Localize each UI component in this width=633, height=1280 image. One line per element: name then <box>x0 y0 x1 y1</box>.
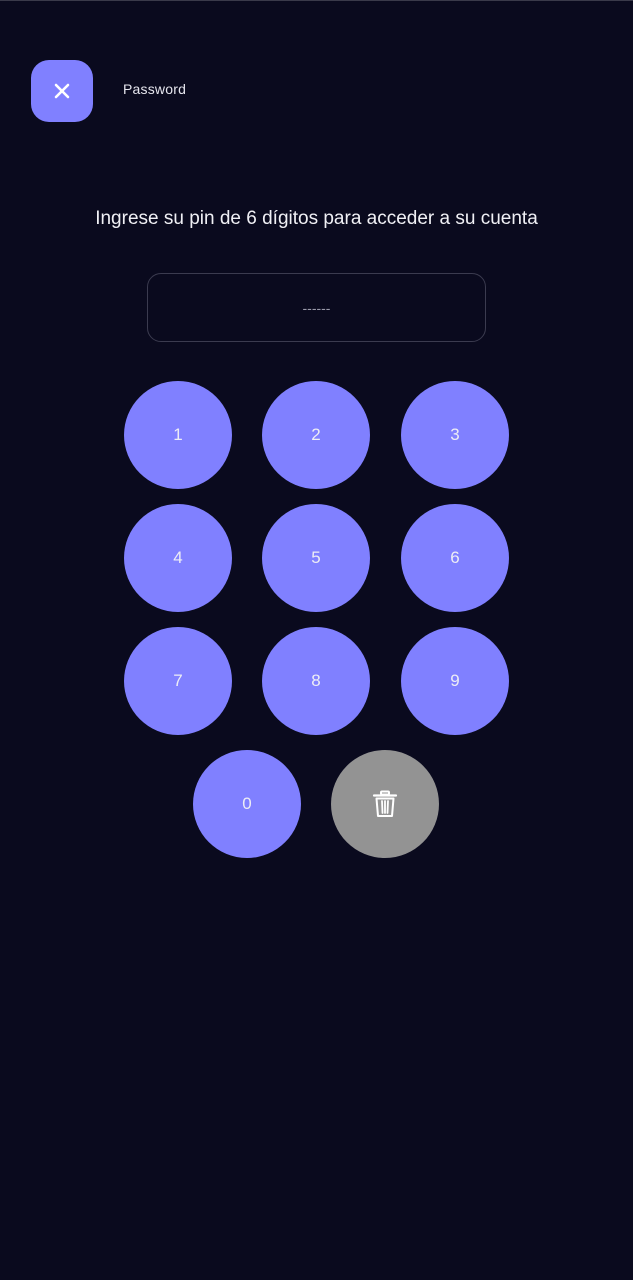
keypad-key-3[interactable]: 3 <box>401 381 509 489</box>
delete-button[interactable] <box>331 750 439 858</box>
keypad-key-2[interactable]: 2 <box>262 381 370 489</box>
pin-instruction: Ingrese su pin de 6 dígitos para acceder… <box>95 208 538 229</box>
pin-screen: Password Ingrese su pin de 6 dígitos par… <box>0 0 633 1280</box>
close-icon <box>54 83 70 99</box>
keypad-key-6[interactable]: 6 <box>401 504 509 612</box>
keypad-key-8[interactable]: 8 <box>262 627 370 735</box>
close-button[interactable] <box>31 60 93 122</box>
keypad-key-9[interactable]: 9 <box>401 627 509 735</box>
keypad-key-5[interactable]: 5 <box>262 504 370 612</box>
page-title: Password <box>123 81 187 97</box>
keypad-key-1[interactable]: 1 <box>124 381 232 489</box>
keypad-key-0[interactable]: 0 <box>193 750 301 858</box>
keypad-key-7[interactable]: 7 <box>124 627 232 735</box>
keypad-key-4[interactable]: 4 <box>124 504 232 612</box>
trash-icon <box>372 790 398 817</box>
pin-input[interactable] <box>147 273 486 342</box>
